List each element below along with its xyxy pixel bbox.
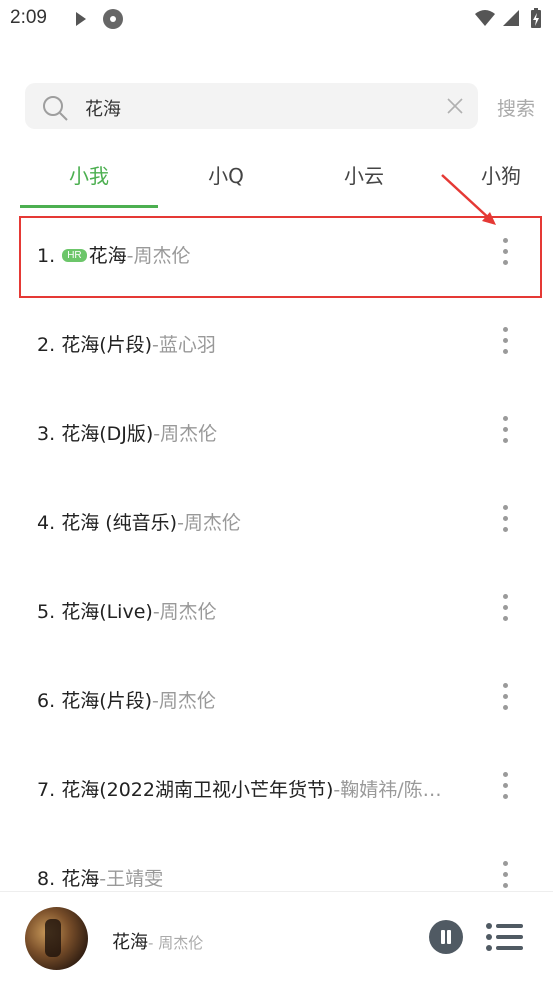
song-artist-sep: -	[152, 690, 159, 712]
song-index: 3.	[37, 423, 56, 445]
song-artist: 周杰伦	[160, 423, 218, 445]
now-playing-artist-sep: -	[148, 934, 159, 952]
search-box[interactable]: 花海	[25, 83, 478, 129]
now-playing-bar[interactable]: 花海- 周杰伦	[0, 891, 553, 985]
search-button[interactable]: 搜索	[497, 94, 535, 121]
song-title: 2. 花海(片段)-蓝心羽	[37, 330, 216, 357]
more-options-icon[interactable]	[498, 683, 512, 713]
more-options-icon[interactable]	[498, 594, 512, 624]
more-options-icon[interactable]	[498, 505, 512, 535]
more-options-icon[interactable]	[498, 772, 512, 802]
signal-icon	[503, 10, 519, 26]
wifi-icon	[475, 10, 495, 26]
song-row[interactable]: 7. 花海(2022湖南卫视小芒年货节)-鞠婧祎/陈…	[0, 744, 553, 833]
song-row[interactable]: 5. 花海(Live)-周杰伦	[0, 566, 553, 655]
song-title: 6. 花海(片段)-周杰伦	[37, 686, 216, 713]
song-name: 花海 (纯音乐)	[61, 512, 178, 534]
song-name: 花海(DJ版)	[61, 423, 154, 445]
song-artist-sep: -	[177, 512, 184, 534]
disc-icon	[103, 9, 123, 29]
now-playing-artist: 周杰伦	[158, 934, 204, 952]
active-tab-indicator	[20, 205, 158, 208]
status-time: 2:09	[10, 7, 47, 28]
song-title: 5. 花海(Live)-周杰伦	[37, 597, 217, 624]
playlist-icon[interactable]	[486, 921, 524, 953]
song-artist: 王靖雯	[106, 868, 164, 890]
song-name: 花海	[61, 868, 100, 890]
song-index: 4.	[37, 512, 56, 534]
clear-icon[interactable]	[446, 97, 464, 115]
song-title: 8. 花海-王靖雯	[37, 864, 163, 891]
song-index: 2.	[37, 334, 56, 356]
song-index: 7.	[37, 779, 56, 801]
song-artist: 蓝心羽	[158, 334, 216, 356]
battery-charging-icon	[531, 8, 541, 28]
song-name: 花海(Live)	[61, 601, 153, 623]
song-title: 3. 花海(DJ版)-周杰伦	[37, 419, 217, 446]
song-artist: 周杰伦	[183, 512, 241, 534]
tab-xiaoq[interactable]: 小Q	[157, 160, 295, 189]
search-input[interactable]: 花海	[85, 95, 121, 121]
song-index: 6.	[37, 690, 56, 712]
song-title: 7. 花海(2022湖南卫视小芒年货节)-鞠婧祎/陈…	[37, 775, 442, 802]
pause-button[interactable]	[429, 920, 463, 954]
song-artist: 鞠婧祎/陈…	[340, 779, 442, 801]
song-row[interactable]: 6. 花海(片段)-周杰伦	[0, 655, 553, 744]
album-art[interactable]	[25, 907, 88, 970]
annotation-arrow-icon	[441, 174, 496, 225]
song-artist-sep: -	[152, 334, 159, 356]
search-icon	[43, 96, 68, 121]
song-row[interactable]: 4. 花海 (纯音乐)-周杰伦	[0, 477, 553, 566]
now-playing-title: 花海- 周杰伦	[112, 928, 203, 954]
song-name: 花海(2022湖南卫视小芒年货节)	[61, 779, 334, 801]
song-title: 4. 花海 (纯音乐)-周杰伦	[37, 508, 241, 535]
tab-xiaowo[interactable]: 小我	[20, 160, 158, 189]
tab-xiaoyun[interactable]: 小云	[295, 160, 433, 189]
song-index: 8.	[37, 868, 56, 890]
song-row[interactable]: 2. 花海(片段)-蓝心羽	[0, 299, 553, 388]
song-artist: 周杰伦	[159, 601, 217, 623]
play-icon	[76, 12, 86, 26]
status-bar: 2:09	[0, 0, 553, 38]
song-index: 5.	[37, 601, 56, 623]
now-playing-song: 花海	[112, 932, 148, 953]
song-artist: 周杰伦	[158, 690, 216, 712]
more-options-icon[interactable]	[498, 327, 512, 357]
more-options-icon[interactable]	[498, 861, 512, 891]
song-artist-sep: -	[152, 601, 160, 623]
song-row[interactable]: 3. 花海(DJ版)-周杰伦	[0, 388, 553, 477]
song-name: 花海(片段)	[61, 690, 153, 712]
song-name: 花海(片段)	[61, 334, 153, 356]
more-options-icon[interactable]	[498, 416, 512, 446]
